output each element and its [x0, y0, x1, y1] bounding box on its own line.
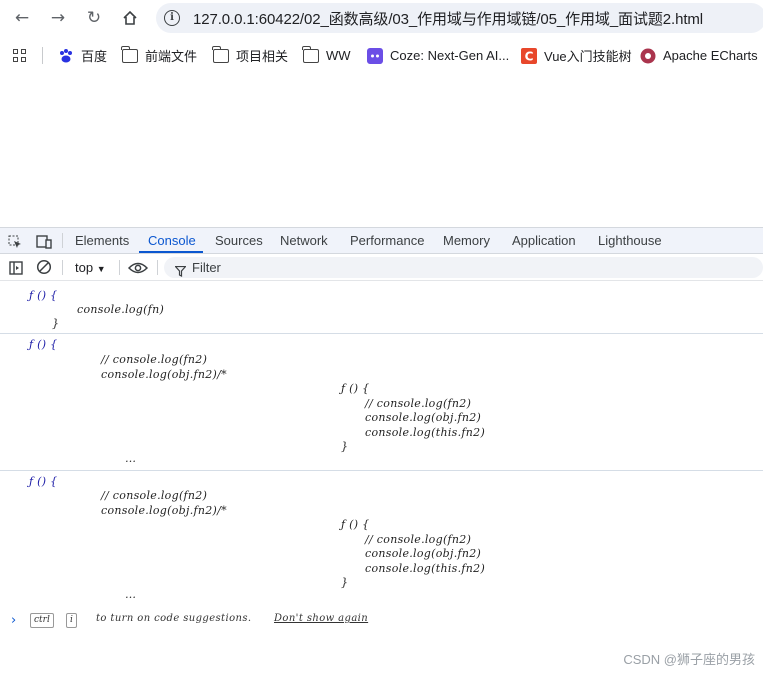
bookmark-echarts[interactable]: Apache ECharts	[640, 46, 758, 64]
bookmark-folder-ww[interactable]: WW	[302, 46, 351, 64]
code-ellipsis: …	[125, 452, 137, 465]
code-line: // console.log(fn2)	[101, 489, 208, 502]
bookmark-label: 项目相关	[236, 48, 289, 64]
console-message[interactable]: ƒ () { // console.log(fn2) console.log(o…	[0, 471, 763, 606]
tab-memory[interactable]: Memory	[443, 233, 490, 248]
code-line: console.log(obj.fn2)	[365, 547, 482, 560]
echarts-icon	[640, 48, 656, 64]
code-ellipsis: …	[125, 588, 137, 601]
url-text[interactable]: 127.0.0.1:60422/02_函数高级/03_作用域与作用域链/05_作…	[193, 8, 703, 29]
tab-elements[interactable]: Elements	[75, 233, 129, 248]
code-line: console.log(obj.fn2)/*	[101, 368, 227, 381]
site-info-icon[interactable]: i	[164, 10, 180, 26]
console-message[interactable]: ƒ () { console.log(fn) }	[0, 282, 763, 334]
bookmark-label: WW	[326, 47, 351, 63]
tab-network[interactable]: Network	[280, 233, 328, 248]
forward-arrow-icon[interactable]: →	[46, 7, 70, 29]
browser-toolbar: ← → ↻ i 127.0.0.1:60422/02_函数高级/03_作用域与作…	[0, 0, 763, 37]
apps-grid-icon[interactable]	[13, 49, 27, 63]
tab-application[interactable]: Application	[512, 233, 576, 248]
code-line: ƒ () {	[29, 289, 58, 302]
devtools-panel: Elements Console Sources Network Perform…	[0, 227, 763, 674]
tab-sources[interactable]: Sources	[215, 233, 263, 248]
bookmark-label: Coze: Next-Gen AI...	[390, 47, 510, 63]
code-line: console.log(this.fn2)	[365, 426, 486, 439]
toolbar-separator	[157, 260, 158, 275]
code-line: }	[52, 317, 60, 330]
toolbar-separator	[119, 260, 120, 275]
svg-text:C: C	[525, 50, 534, 64]
csdn-icon: C	[521, 48, 537, 64]
code-line: }	[341, 440, 349, 453]
dropdown-arrow-icon: ▼	[96, 264, 106, 274]
bookmark-coze[interactable]: Coze: Next-Gen AI...	[367, 46, 509, 64]
code-line: ƒ () {	[29, 475, 58, 488]
code-line: // console.log(fn2)	[365, 533, 472, 546]
folder-icon	[302, 46, 319, 63]
code-line: ƒ () {	[29, 338, 58, 351]
coze-icon	[367, 48, 383, 64]
context-selector[interactable]: top ▼	[75, 260, 106, 275]
filter-input[interactable]	[164, 257, 763, 278]
bookmark-baidu[interactable]: 百度	[58, 46, 107, 64]
code-line: console.log(this.fn2)	[365, 562, 486, 575]
sidebar-toggle-icon[interactable]	[9, 260, 23, 275]
bookmark-label: 百度	[81, 48, 108, 64]
clear-console-icon[interactable]	[36, 259, 52, 275]
bookmark-label: Vue入门技能树	[544, 48, 632, 64]
code-line: console.log(obj.fn2)/*	[101, 504, 227, 517]
bookmark-vue[interactable]: C Vue入门技能树	[521, 46, 632, 64]
tab-lighthouse[interactable]: Lighthouse	[598, 233, 662, 248]
reload-icon[interactable]: ↻	[82, 7, 106, 29]
active-tab-indicator	[139, 251, 203, 253]
dont-show-again-link[interactable]: Don't show again	[274, 613, 368, 624]
bookmark-folder-frontend[interactable]: 前端文件	[121, 46, 198, 64]
suggestion-hint: to turn on code suggestions.	[96, 613, 252, 624]
console-prompt-chevron-icon: ›	[11, 613, 17, 628]
filter-placeholder: Filter	[192, 260, 221, 275]
toolbar-separator	[62, 260, 63, 275]
code-line: console.log(obj.fn2)	[365, 411, 482, 424]
console-toolbar: top ▼ Filter	[0, 254, 763, 281]
filter-icon	[174, 262, 187, 277]
bookmark-label: Apache ECharts	[663, 47, 758, 63]
baidu-icon	[58, 48, 74, 63]
inspect-element-icon[interactable]	[8, 234, 22, 248]
shortcut-key-ctrl: ctrl	[30, 613, 54, 628]
bookmark-label: 前端文件	[145, 48, 198, 64]
code-line: }	[341, 576, 349, 589]
console-message[interactable]: ƒ () { // console.log(fn2) console.log(o…	[0, 334, 763, 471]
bookmark-folder-projects[interactable]: 项目相关	[212, 46, 289, 64]
tab-performance[interactable]: Performance	[350, 233, 424, 248]
folder-icon	[212, 46, 229, 63]
toolbar-separator	[62, 233, 63, 248]
home-icon[interactable]	[118, 7, 142, 29]
device-toolbar-icon[interactable]	[36, 234, 52, 249]
back-arrow-icon[interactable]: ←	[10, 7, 34, 29]
code-line: ƒ () {	[341, 518, 370, 531]
code-line: // console.log(fn2)	[365, 397, 472, 410]
bookmark-separator	[42, 47, 43, 64]
live-expression-eye-icon[interactable]	[127, 260, 149, 274]
code-line: console.log(fn)	[77, 303, 165, 316]
tab-console[interactable]: Console	[148, 233, 196, 248]
context-value: top	[75, 260, 94, 275]
code-line: // console.log(fn2)	[101, 353, 208, 366]
devtools-tab-bar: Elements Console Sources Network Perform…	[0, 227, 763, 254]
code-line: ƒ () {	[341, 382, 370, 395]
shortcut-key-i: i	[66, 613, 77, 628]
folder-icon	[121, 46, 138, 63]
watermark: CSDN @狮子座的男孩	[623, 652, 755, 667]
